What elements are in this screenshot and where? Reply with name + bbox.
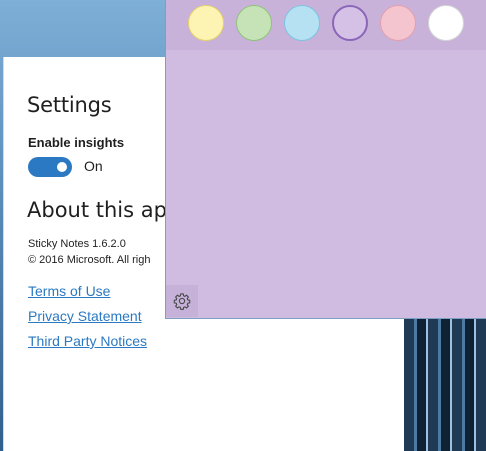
- wallpaper-building: [404, 318, 486, 451]
- about-title: About this ap: [27, 198, 167, 222]
- copyright-text: © 2016 Microsoft. All righ: [28, 254, 151, 266]
- toggle-knob: [57, 162, 67, 172]
- third-party-notices-link[interactable]: Third Party Notices: [28, 333, 147, 349]
- settings-title: Settings: [27, 93, 112, 117]
- terms-of-use-link[interactable]: Terms of Use: [28, 283, 110, 299]
- enable-insights-label: Enable insights: [28, 135, 125, 150]
- privacy-statement-link[interactable]: Privacy Statement: [28, 308, 142, 324]
- swatch-white[interactable]: [428, 5, 464, 41]
- enable-insights-toggle[interactable]: [28, 157, 72, 177]
- swatch-green[interactable]: [236, 5, 272, 41]
- app-version: Sticky Notes 1.6.2.0: [28, 238, 126, 250]
- swatch-purple[interactable]: [332, 5, 368, 41]
- color-picker-bar: [166, 0, 486, 50]
- swatch-blue[interactable]: [284, 5, 320, 41]
- swatch-yellow[interactable]: [188, 5, 224, 41]
- settings-button[interactable]: [166, 285, 198, 317]
- swatch-pink[interactable]: [380, 5, 416, 41]
- toggle-state-label: On: [84, 158, 103, 174]
- sticky-note-window[interactable]: [165, 0, 486, 319]
- gear-icon: [173, 293, 191, 310]
